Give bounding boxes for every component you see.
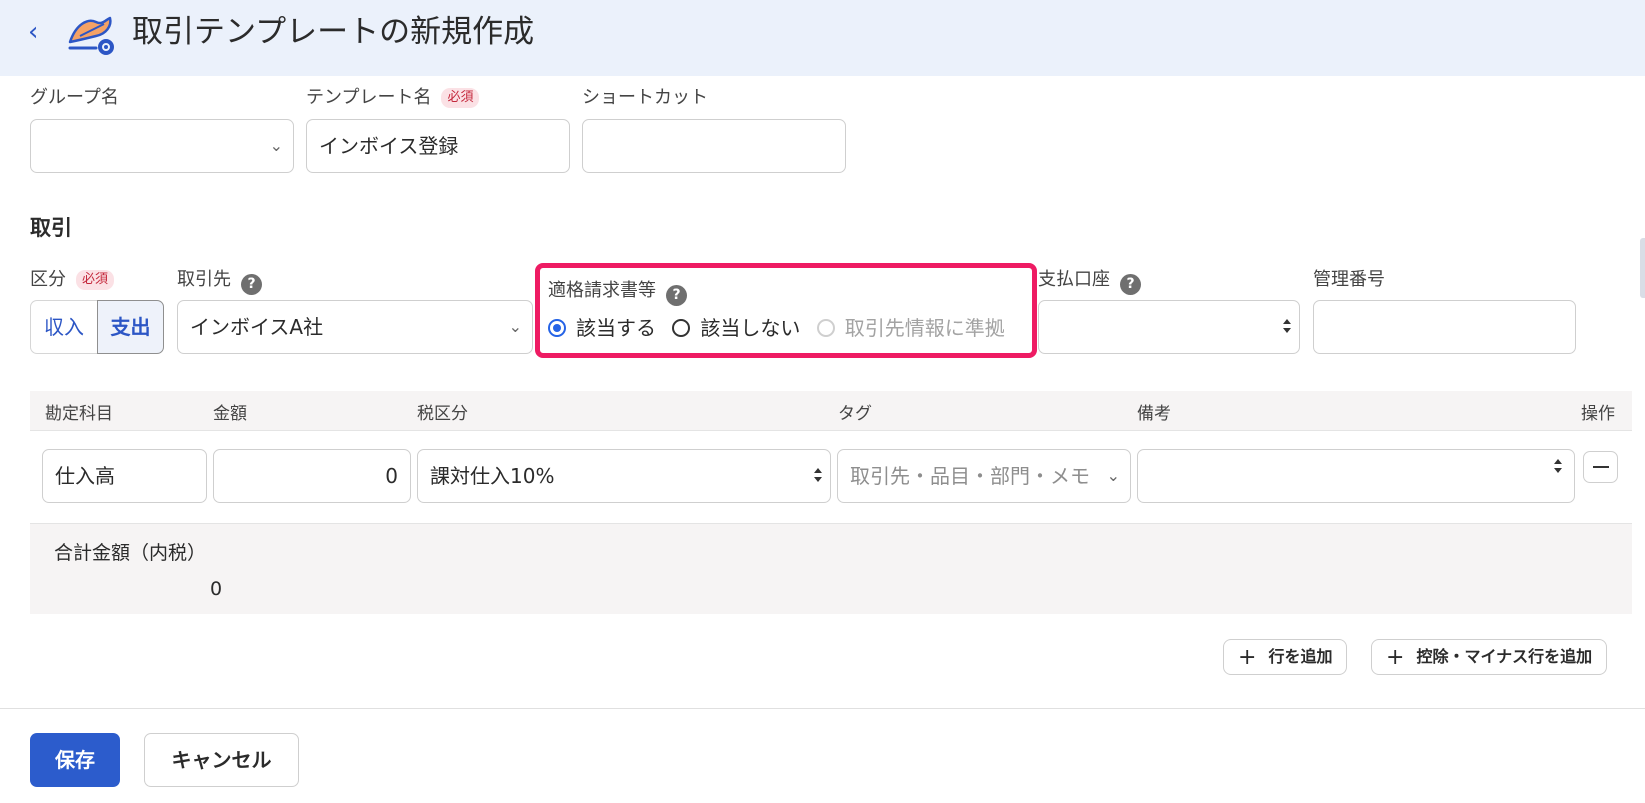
- manage-number-input[interactable]: [1313, 300, 1576, 354]
- header-amount: 金額: [213, 404, 247, 424]
- partner-select[interactable]: インボイスA社 ⌄: [177, 300, 533, 354]
- partner-label-text: 取引先: [177, 269, 231, 290]
- header-actions: 操作: [1581, 404, 1615, 424]
- payment-account-select[interactable]: [1038, 300, 1300, 354]
- add-minus-row-label: 控除・マイナス行を追加: [1416, 647, 1593, 666]
- header-tag: タグ: [838, 404, 872, 424]
- page-title: 取引テンプレートの新規作成: [132, 14, 535, 50]
- line-tax-value: 課対仕入10%: [430, 464, 555, 488]
- template-name-input[interactable]: インボイス登録: [306, 119, 570, 173]
- type-label-text: 区分: [30, 269, 66, 290]
- line-tax-select[interactable]: 課対仕入10%: [417, 449, 831, 503]
- total-area: 合計金額（内税） 0: [30, 523, 1632, 614]
- required-badge: 必須: [76, 270, 115, 290]
- manage-number-label: 管理番号: [1313, 269, 1385, 290]
- type-income-button[interactable]: 収入: [30, 300, 97, 354]
- select-arrows-icon: [814, 465, 822, 485]
- add-minus-row-button[interactable]: + 控除・マイナス行を追加: [1371, 639, 1608, 675]
- side-panel-handle[interactable]: [1640, 238, 1645, 298]
- invoice-highlight-box: [535, 263, 1037, 358]
- group-label: グループ名: [30, 87, 119, 108]
- shortcut-input[interactable]: [582, 119, 846, 173]
- type-segmented-control: 収入 支出: [30, 300, 164, 354]
- partner-select-value: インボイスA社: [190, 315, 324, 339]
- template-name-label: テンプレート名 必須: [306, 86, 480, 110]
- line-tag-placeholder: 取引先・品目・部門・メモ: [850, 464, 1090, 488]
- header-tax: 税区分: [417, 404, 468, 424]
- line-amount-input[interactable]: 0: [213, 449, 411, 503]
- deal-section-title: 取引: [30, 216, 72, 240]
- header-account: 勘定科目: [45, 404, 113, 424]
- chevron-down-icon: ⌄: [1106, 466, 1120, 485]
- line-account-input[interactable]: 仕入高: [42, 449, 207, 503]
- chevron-down-icon: ⌄: [269, 136, 283, 155]
- line-tag-select[interactable]: 取引先・品目・部門・メモ ⌄: [837, 449, 1131, 503]
- back-chevron-icon[interactable]: ‹: [28, 18, 38, 46]
- line-memo-textarea[interactable]: [1137, 449, 1575, 503]
- page-header: ‹ 取引テンプレートの新規作成: [0, 0, 1645, 76]
- save-button[interactable]: 保存: [30, 733, 120, 787]
- header-memo: 備考: [1137, 404, 1171, 424]
- template-name-label-text: テンプレート名: [306, 87, 432, 108]
- plus-icon: +: [1386, 645, 1405, 670]
- help-icon[interactable]: ?: [241, 274, 262, 295]
- shortcut-label: ショートカット: [582, 87, 708, 108]
- help-icon[interactable]: ?: [1120, 274, 1141, 295]
- total-value: 0: [210, 578, 223, 600]
- partner-label: 取引先?: [177, 268, 262, 295]
- account-label: 支払口座?: [1038, 268, 1141, 295]
- group-select[interactable]: ⌄: [30, 119, 294, 173]
- required-badge: 必須: [441, 88, 480, 108]
- type-expense-button[interactable]: 支出: [97, 300, 164, 354]
- account-label-text: 支払口座: [1038, 269, 1110, 290]
- select-arrows-icon: [1283, 316, 1291, 336]
- total-label: 合計金額（内税）: [54, 542, 207, 564]
- plus-icon: +: [1238, 645, 1257, 670]
- footer-divider: [0, 708, 1645, 709]
- template-gear-icon: [68, 16, 114, 55]
- spinner-icon: [1554, 456, 1562, 476]
- add-row-button[interactable]: + 行を追加: [1223, 639, 1348, 675]
- cancel-button[interactable]: キャンセル: [144, 733, 299, 787]
- type-label: 区分 必須: [30, 268, 115, 292]
- remove-row-button[interactable]: [1583, 451, 1618, 483]
- chevron-down-icon: ⌄: [508, 317, 522, 336]
- add-row-label: 行を追加: [1268, 647, 1333, 666]
- lines-table-header: 勘定科目 金額 税区分 タグ 備考 操作: [30, 391, 1632, 431]
